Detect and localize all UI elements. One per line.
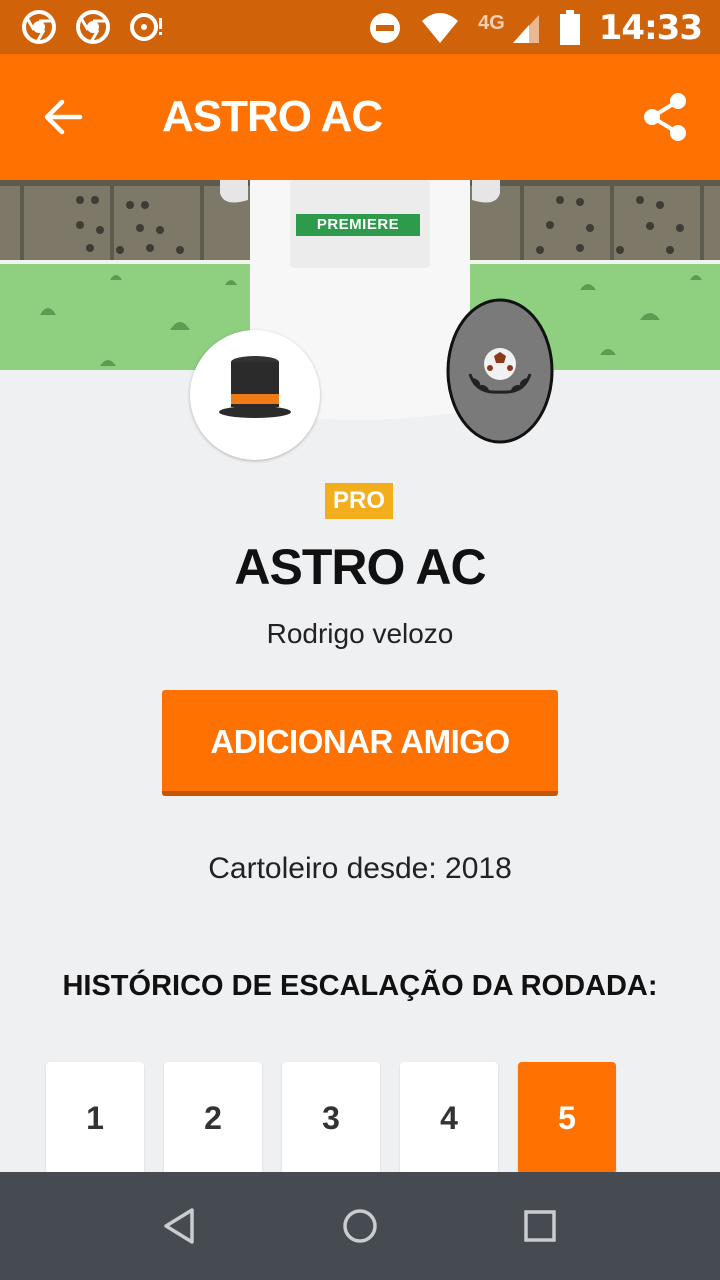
chrome-icon xyxy=(22,10,56,44)
round-tab-5[interactable]: 5 xyxy=(518,1062,616,1174)
recents-square-icon[interactable] xyxy=(518,1204,562,1248)
clock: 14:33 xyxy=(598,8,703,48)
round-tab-4[interactable]: 4 xyxy=(400,1062,498,1174)
battery-icon xyxy=(559,10,580,45)
round-tab-1[interactable]: 1 xyxy=(46,1062,144,1174)
network-type: 4G xyxy=(478,11,505,34)
do-not-disturb-icon xyxy=(370,13,401,43)
member-since: Cartoleiro desde: 2018 xyxy=(208,852,512,885)
back-triangle-icon[interactable] xyxy=(158,1204,202,1248)
app-bar: ASTRO AC xyxy=(0,54,720,180)
avatar xyxy=(190,330,320,460)
top-hat-icon xyxy=(219,356,291,418)
chrome-icon xyxy=(76,10,110,44)
system-status: 4G 14:33 xyxy=(368,8,703,48)
round-tab-2[interactable]: 2 xyxy=(164,1062,262,1174)
round-selector: 1 2 3 4 5 xyxy=(46,1062,616,1174)
owner-name: Rodrigo velozo xyxy=(266,618,454,649)
notification-icons xyxy=(22,10,164,44)
add-friend-button[interactable]: ADICIONAR AMIGO xyxy=(162,690,558,796)
signal-icon xyxy=(512,15,539,43)
pro-badge: PRO xyxy=(325,483,393,519)
page-title: ASTRO AC xyxy=(162,92,383,141)
status-bar: 4G 14:33 xyxy=(0,0,720,54)
arrow-left-icon[interactable] xyxy=(40,94,86,140)
history-title: HISTÓRICO DE ESCALAÇÃO DA RODADA: xyxy=(62,970,658,1002)
team-name: ASTRO AC xyxy=(234,539,486,595)
home-circle-icon[interactable] xyxy=(338,1204,382,1248)
navigation-bar xyxy=(0,1172,720,1280)
shirt-sponsor: PREMIERE xyxy=(316,216,400,233)
share-icon[interactable] xyxy=(642,92,688,142)
disc-alert-icon xyxy=(130,13,162,41)
round-tab-3[interactable]: 3 xyxy=(282,1062,380,1174)
wifi-icon xyxy=(422,13,459,43)
team-crest xyxy=(446,298,554,444)
